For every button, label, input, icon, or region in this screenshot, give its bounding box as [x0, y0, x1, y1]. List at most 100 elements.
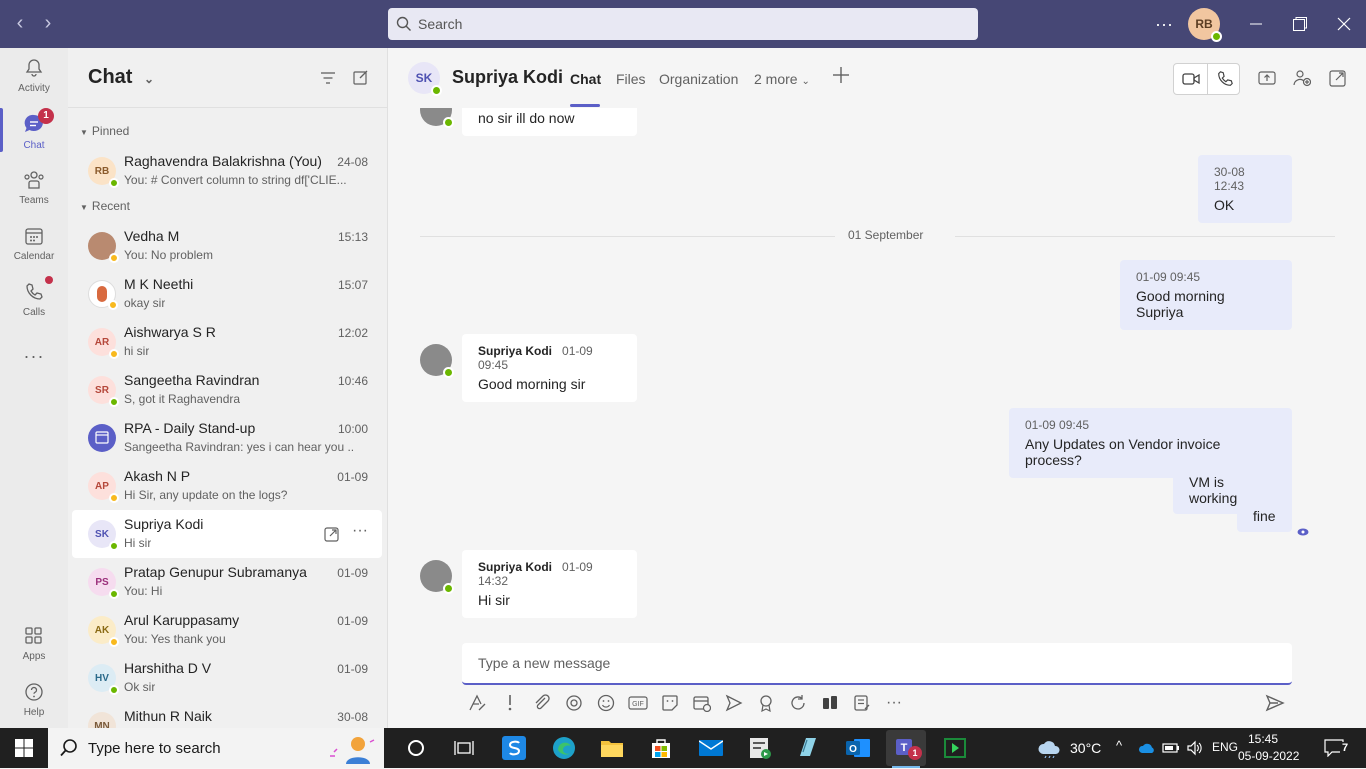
message-bubble-outgoing[interactable]: fine	[1237, 502, 1292, 532]
weather-icon[interactable]	[1030, 732, 1070, 764]
avatar-initials: SK	[415, 71, 433, 85]
clock-time[interactable]: 15:45	[1248, 732, 1278, 746]
presence-away-icon	[109, 637, 119, 647]
schedule-meeting-icon[interactable]	[691, 692, 713, 714]
gif-icon[interactable]: GIF	[627, 692, 649, 714]
pinned-section[interactable]: ▼ Pinned	[80, 124, 129, 138]
rail-calls[interactable]: Calls	[0, 272, 68, 328]
edge-icon[interactable]	[544, 732, 584, 764]
chat-item[interactable]: AP Akash N P Hi Sir, any update on the l…	[72, 462, 382, 510]
emoji-icon[interactable]	[595, 692, 617, 714]
more-apps-icon[interactable]: ···	[0, 328, 68, 384]
app-s-icon[interactable]	[494, 732, 534, 764]
rail-chat[interactable]: 1 Chat	[0, 104, 68, 160]
close-icon[interactable]	[1322, 0, 1366, 48]
weather-temperature[interactable]: 30°C	[1070, 740, 1101, 756]
chat-item-selected[interactable]: SK Supriya Kodi Hi sir ···	[72, 510, 382, 558]
chevron-up-icon[interactable]: ^	[1116, 738, 1122, 753]
taskbar-search[interactable]: Type here to search	[48, 728, 384, 768]
message-bubble-incoming[interactable]: Supriya Kodi 01-09 09:45 Good morning sir	[462, 334, 637, 402]
video-call-icon[interactable]	[1182, 71, 1200, 87]
minimize-icon[interactable]	[1234, 0, 1278, 48]
forward-icon[interactable]: ›	[36, 12, 60, 36]
message-bubble-incoming[interactable]: no sir ill do now	[462, 108, 637, 136]
chat-item-preview: Hi Sir, any update on the logs?	[124, 488, 288, 502]
conversation-avatar[interactable]: SK	[408, 62, 442, 96]
chat-item[interactable]: AK Arul Karuppasamy You: Yes thank you 0…	[72, 606, 382, 654]
message-list: no sir ill do now 30-08 12:43 OK 01 Sept…	[389, 108, 1366, 638]
refresh-icon[interactable]	[787, 692, 809, 714]
rail-apps[interactable]: Apps	[0, 616, 68, 672]
restore-icon[interactable]	[1278, 0, 1322, 48]
tab-files[interactable]: Files	[616, 71, 646, 87]
message-bubble-outgoing[interactable]: 30-08 12:43 OK	[1198, 155, 1292, 223]
search-box[interactable]	[388, 8, 978, 40]
message-composer[interactable]	[462, 643, 1292, 685]
format-icon[interactable]	[466, 692, 488, 714]
attach-icon[interactable]	[531, 692, 553, 714]
send-icon[interactable]	[1264, 692, 1286, 714]
profile-avatar[interactable]: RB	[1188, 8, 1222, 42]
teams-taskbar-icon[interactable]: T 1	[886, 730, 926, 768]
forms-icon[interactable]	[851, 692, 873, 714]
new-chat-icon[interactable]	[353, 69, 369, 90]
onedrive-icon[interactable]	[1138, 741, 1156, 759]
send-later-icon[interactable]	[723, 692, 745, 714]
importance-icon[interactable]	[499, 692, 521, 714]
presence-available-icon	[109, 685, 119, 695]
add-people-icon[interactable]	[1293, 69, 1311, 87]
battery-icon[interactable]	[1162, 741, 1180, 759]
clock-date[interactable]: 05-09-2022	[1238, 749, 1299, 763]
back-icon[interactable]: ‹	[8, 12, 32, 36]
chat-item[interactable]: SR Sangeetha Ravindran S, got it Raghave…	[72, 366, 382, 414]
message-input[interactable]	[462, 643, 1292, 683]
teams-taskbar-badge: 1	[908, 746, 922, 760]
volume-icon[interactable]	[1186, 740, 1204, 761]
tab-chat[interactable]: Chat	[570, 71, 601, 87]
microsoft-store-icon[interactable]	[641, 732, 681, 764]
chat-item[interactable]: MN Mithun R Naik 30-08	[72, 702, 382, 728]
loop-icon[interactable]	[563, 692, 585, 714]
mail-icon[interactable]	[691, 732, 731, 764]
more-options-icon[interactable]: ···	[1142, 0, 1186, 48]
search-input[interactable]	[418, 8, 958, 40]
message-bubble-outgoing[interactable]: 01-09 09:45 Good morning Supriya	[1120, 260, 1292, 330]
chat-item[interactable]: PS Pratap Genupur Subramanya You: Hi 01-…	[72, 558, 382, 606]
recent-section[interactable]: ▼ Recent	[80, 199, 130, 213]
chat-item[interactable]: AR Aishwarya S R hi sir 12:02	[72, 318, 382, 366]
chat-item[interactable]: Vedha M You: No problem 15:13	[72, 222, 382, 270]
tab-organization[interactable]: Organization	[659, 71, 738, 87]
chat-item[interactable]: M K Neethi okay sir 15:07	[72, 270, 382, 318]
chat-item[interactable]: HV Harshitha D V Ok sir 01-09	[72, 654, 382, 702]
share-screen-icon[interactable]	[1258, 70, 1276, 86]
rail-calendar[interactable]: Calendar	[0, 216, 68, 272]
notes-app-icon[interactable]	[788, 732, 828, 764]
sticker-icon[interactable]	[659, 692, 681, 714]
add-tab-icon[interactable]	[832, 66, 850, 84]
praise-icon[interactable]	[755, 692, 777, 714]
outlook-icon[interactable]: O	[838, 732, 878, 764]
cortana-icon[interactable]	[396, 732, 436, 764]
rail-help[interactable]: Help	[0, 672, 68, 728]
windows-taskbar: Type here to search O T 1 30°C ^ ENG 15:…	[0, 728, 1366, 768]
filter-icon[interactable]	[320, 70, 336, 91]
project-app-icon[interactable]	[740, 732, 780, 764]
media-player-icon[interactable]	[935, 732, 975, 764]
rail-activity[interactable]: Activity	[0, 48, 68, 104]
input-language[interactable]: ENG	[1212, 740, 1238, 754]
file-explorer-icon[interactable]	[592, 732, 632, 764]
chat-item[interactable]: RB Raghavendra Balakrishna (You) You: # …	[72, 147, 382, 195]
chat-item[interactable]: RPA - Daily Stand-up Sangeetha Ravindran…	[72, 414, 382, 462]
pop-out-chat-icon[interactable]	[1329, 69, 1347, 87]
audio-call-icon[interactable]	[1216, 70, 1234, 88]
more-options-icon[interactable]: ···	[883, 692, 905, 714]
message-bubble-incoming[interactable]: Supriya Kodi 01-09 14:32 Hi sir	[462, 550, 637, 618]
chat-list-title[interactable]: Chat ⌄	[88, 66, 154, 89]
pop-out-icon[interactable]	[324, 526, 340, 547]
task-view-icon[interactable]	[444, 732, 484, 764]
approvals-icon[interactable]	[819, 692, 841, 714]
windows-start-icon[interactable]	[4, 732, 44, 764]
tab-more[interactable]: 2 more ⌄	[754, 71, 810, 87]
rail-teams[interactable]: Teams	[0, 160, 68, 216]
more-options-icon[interactable]: ···	[352, 522, 368, 540]
